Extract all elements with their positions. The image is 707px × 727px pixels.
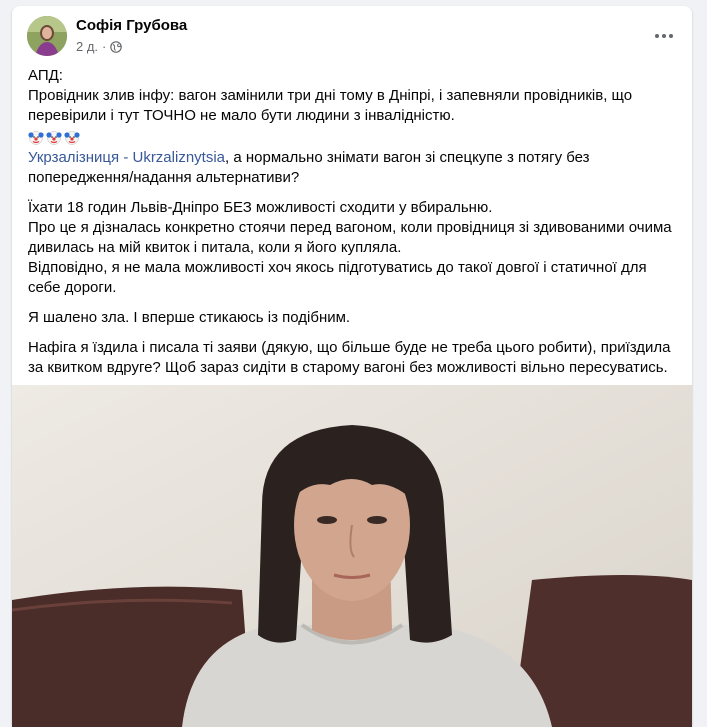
more-dot xyxy=(655,34,659,38)
post-text: АПД: Провідник злив інфу: вагон замінили… xyxy=(28,66,683,378)
text-line: Провідник злив інфу: вагон замінили три … xyxy=(28,87,633,124)
text-line: Відповідно, я не мала можливості хоч яко… xyxy=(28,259,647,296)
globe-icon[interactable] xyxy=(110,40,123,53)
text-line: Нафіга я їздила і писала ті заяви (дякую… xyxy=(28,339,671,376)
clown-face-icon xyxy=(46,131,62,145)
text-line: Про це я дізналась конкретно стоячи пере… xyxy=(28,219,672,256)
clown-face-icon xyxy=(64,131,80,145)
emoji-row xyxy=(28,126,683,148)
author-name[interactable]: Софія Грубова xyxy=(76,17,187,34)
clown-face-icon xyxy=(28,131,44,145)
photo-image xyxy=(12,385,692,727)
post-header: Софія Грубова 2 д. · xyxy=(12,6,692,64)
text-line: Їхати 18 годин Львів-Дніпро БЕЗ можливос… xyxy=(28,199,493,216)
more-dot xyxy=(669,34,673,38)
page-mention-link[interactable]: Укрзалізниця - Ukrzaliznytsia xyxy=(28,149,225,166)
more-options-icon[interactable] xyxy=(648,20,680,52)
text-line: АПД: xyxy=(28,67,63,84)
avatar-image xyxy=(27,16,67,56)
post-card: Софія Грубова 2 д. · АПД: Провідник злив… xyxy=(12,6,692,727)
post-time[interactable]: 2 д. xyxy=(76,39,98,54)
text-line: Я шалено зла. І вперше стикаюсь із подіб… xyxy=(28,309,351,326)
mention-paragraph: Укрзалізниця - Ukrzaliznytsia, а нормаль… xyxy=(28,148,683,188)
more-dot xyxy=(662,34,666,38)
meta-separator: · xyxy=(102,39,107,54)
author-avatar[interactable] xyxy=(27,16,67,56)
post-meta: 2 д. · xyxy=(76,39,123,54)
post-photo[interactable] xyxy=(12,385,692,727)
